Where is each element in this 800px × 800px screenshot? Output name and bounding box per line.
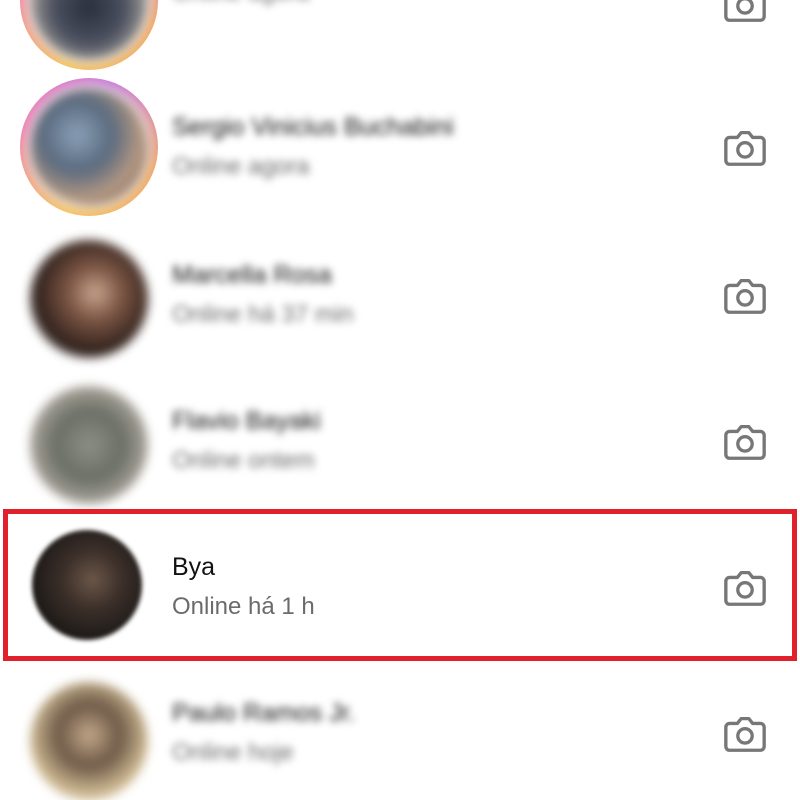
avatar-wrap[interactable]: [20, 672, 158, 800]
contact-status: Online agora: [172, 153, 310, 180]
contact-row[interactable]: Online agora: [0, 0, 800, 70]
avatar-wrap[interactable]: [24, 522, 150, 648]
contact-info: Flavio Bayaki Online ontem: [172, 406, 321, 476]
contact-name: Paulo Ramos Jr.: [172, 699, 356, 727]
avatar: [20, 230, 158, 368]
contact-status: Online há 1 h: [172, 593, 315, 620]
camera-icon[interactable]: [722, 710, 768, 756]
avatar-wrap[interactable]: [20, 376, 158, 514]
camera-icon[interactable]: [722, 272, 768, 318]
contact-name: Sergio Vinicius Buchabini: [172, 113, 454, 141]
contact-name: Flavio Bayaki: [172, 407, 321, 435]
contact-name: Bya: [172, 553, 216, 581]
story-ring[interactable]: [20, 78, 158, 216]
contact-row[interactable]: Flavio Bayaki Online ontem: [0, 368, 800, 514]
avatar: [20, 672, 158, 800]
camera-icon[interactable]: [722, 418, 768, 464]
contact-status: Online agora: [172, 0, 309, 8]
contact-row-selected[interactable]: Bya Online há 1 h: [0, 514, 800, 660]
contact-status: Online ontem: [172, 447, 315, 474]
contact-info: Online agora: [172, 0, 309, 8]
contact-info: Bya Online há 1 h: [172, 552, 315, 622]
contact-list: Online agora Sergio Vinicius Buchabini O…: [0, 0, 800, 800]
contact-row[interactable]: Paulo Ramos Jr. Online hoje: [0, 664, 800, 800]
avatar: [26, 84, 152, 210]
story-ring[interactable]: [20, 0, 158, 70]
camera-icon[interactable]: [722, 0, 768, 26]
camera-icon[interactable]: [722, 124, 768, 170]
contact-info: Sergio Vinicius Buchabini Online agora: [172, 112, 454, 182]
contact-row[interactable]: Sergio Vinicius Buchabini Online agora: [0, 70, 800, 216]
contact-info: Paulo Ramos Jr. Online hoje: [172, 698, 355, 768]
avatar: [24, 522, 150, 648]
contact-status: Online hoje: [172, 739, 294, 766]
avatar-wrap[interactable]: [20, 230, 158, 368]
camera-icon[interactable]: [722, 564, 768, 610]
contact-status: Online há 37 min: [172, 301, 354, 328]
avatar: [20, 376, 158, 514]
avatar: [26, 0, 152, 64]
contact-info: Marcella Rosa Online há 37 min: [172, 260, 353, 330]
contact-row[interactable]: Marcella Rosa Online há 37 min: [0, 222, 800, 368]
contact-name: Marcella Rosa: [172, 261, 332, 289]
